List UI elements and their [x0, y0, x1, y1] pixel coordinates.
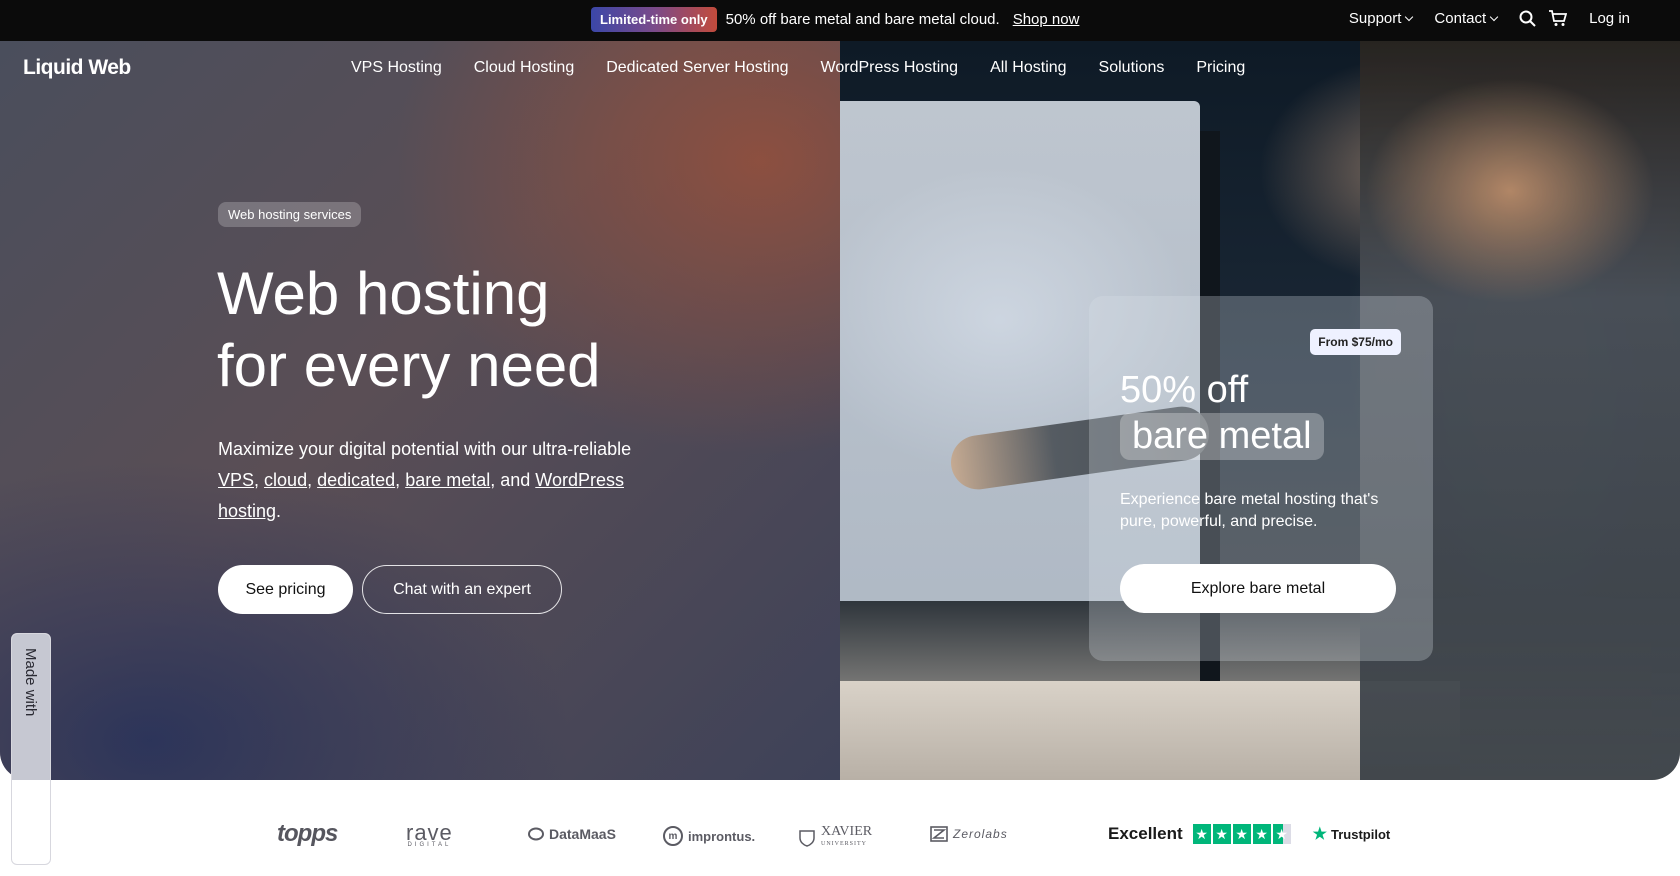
- trustpilot-brand-text: Trustpilot: [1331, 826, 1391, 842]
- dedicated-link[interactable]: dedicated: [317, 470, 395, 490]
- card-description: Experience bare metal hosting that's pur…: [1120, 491, 1379, 530]
- cloud-link[interactable]: cloud: [264, 470, 307, 490]
- cart-icon[interactable]: [1548, 10, 1568, 27]
- topps-logo: topps: [277, 820, 338, 847]
- bare-metal-link[interactable]: bare metal: [405, 470, 490, 490]
- datamaas-mark-icon: [528, 827, 544, 841]
- trustpilot-rating-text: Excellent: [1108, 824, 1183, 843]
- nav-links: VPS Hosting Cloud Hosting Dedicated Serv…: [351, 59, 1245, 77]
- login-link[interactable]: Log in: [1589, 10, 1630, 27]
- star-icon: ★: [1252, 824, 1271, 844]
- datamaas-logo: DataMaaS: [528, 826, 616, 842]
- star-icon: ★: [1192, 824, 1211, 844]
- chevron-down-icon: [1489, 12, 1499, 22]
- rave-logo-subtext: DIGITAL: [407, 842, 452, 848]
- nav-solutions[interactable]: Solutions: [1099, 59, 1165, 77]
- xavier-logo: XAVIER UNIVERSITY: [798, 824, 873, 850]
- bare-metal-promo-card: From $75/mo 50% off bare metal Experienc…: [1089, 296, 1433, 661]
- hero-left-background: [0, 41, 840, 780]
- contact-label: Contact: [1434, 10, 1487, 27]
- main-nav: Liquid Web VPS Hosting Cloud Hosting Ded…: [0, 41, 1680, 96]
- contact-menu[interactable]: Contact: [1434, 10, 1499, 27]
- xavier-logo-subtext: UNIVERSITY: [821, 841, 867, 847]
- vps-link[interactable]: VPS: [218, 470, 254, 490]
- nav-dedicated-server-hosting[interactable]: Dedicated Server Hosting: [606, 59, 788, 77]
- improntus-mark-icon: m: [663, 826, 683, 846]
- card-title-line-2: bare metal: [1120, 413, 1324, 460]
- nav-wordpress-hosting[interactable]: WordPress Hosting: [821, 59, 959, 77]
- star-icon: ★: [1232, 824, 1251, 844]
- shop-now-link[interactable]: Shop now: [1013, 11, 1080, 28]
- hero-headline: Web hosting for every need: [217, 258, 601, 402]
- rave-logo: rave DIGITAL: [406, 820, 453, 848]
- headline-line-1: Web hosting: [217, 260, 550, 327]
- support-label: Support: [1348, 10, 1402, 27]
- support-menu[interactable]: Support: [1348, 10, 1414, 27]
- subtext-prefix: Maximize your digital potential with our…: [218, 439, 632, 459]
- xavier-shield-icon: [799, 830, 815, 847]
- trustpilot-stars: ★ ★ ★ ★ ★: [1192, 824, 1291, 844]
- subtext-end: .: [276, 501, 282, 521]
- zerolabs-mark-icon: [930, 826, 948, 842]
- see-pricing-button[interactable]: See pricing: [218, 565, 353, 614]
- nav-all-hosting[interactable]: All Hosting: [990, 59, 1066, 77]
- hero-section: Liquid Web VPS Hosting Cloud Hosting Ded…: [0, 41, 1680, 780]
- made-with-label: Made with: [22, 648, 39, 717]
- promo-text: 50% off bare metal and bare metal cloud.: [725, 11, 1000, 28]
- xavier-logo-text: XAVIER: [821, 824, 873, 839]
- chevron-down-icon: [1405, 12, 1414, 22]
- improntus-logo: m improntus.: [663, 826, 755, 846]
- liquid-web-logo[interactable]: Liquid Web: [23, 56, 131, 80]
- promo-message: Limited-time only 50% off bare metal and…: [591, 7, 1079, 32]
- search-icon[interactable]: [1519, 10, 1536, 27]
- utility-nav: Support Contact Log in: [1349, 10, 1630, 27]
- trustpilot-rating[interactable]: Excellent ★ ★ ★ ★ ★ ★ Trustpilot: [1108, 824, 1390, 844]
- price-badge: From $75/mo: [1310, 329, 1401, 355]
- star-icon: ★: [1212, 824, 1231, 844]
- zerolabs-logo: Zerolabs: [930, 826, 1008, 842]
- customer-logos: topps rave DIGITAL DataMaaS m improntus.…: [0, 820, 1680, 860]
- subtext-and: , and: [490, 470, 536, 490]
- promo-badge: Limited-time only: [591, 7, 717, 32]
- nav-pricing[interactable]: Pricing: [1196, 59, 1245, 77]
- hero-chip: Web hosting services: [218, 202, 362, 227]
- improntus-logo-text: improntus.: [688, 828, 756, 844]
- chat-with-expert-button[interactable]: Chat with an expert: [362, 565, 562, 614]
- trustpilot-star-icon: ★: [1312, 826, 1327, 843]
- nav-vps-hosting[interactable]: VPS Hosting: [351, 59, 442, 77]
- trustpilot-brand: ★ Trustpilot: [1313, 824, 1391, 844]
- made-with-tab-header: Made with: [12, 634, 50, 780]
- zerolabs-logo-text: Zerolabs: [953, 827, 1008, 841]
- nav-cloud-hosting[interactable]: Cloud Hosting: [474, 59, 575, 77]
- explore-bare-metal-button[interactable]: Explore bare metal: [1120, 564, 1396, 613]
- promo-bar: Limited-time only 50% off bare metal and…: [0, 0, 1680, 41]
- card-title-line-1: 50% off: [1120, 369, 1249, 411]
- datamaas-logo-text: DataMaaS: [549, 826, 616, 842]
- hero-subtext: Maximize your digital potential with our…: [218, 439, 632, 521]
- headline-line-2: for every need: [217, 332, 601, 399]
- star-icon: ★: [1272, 824, 1291, 844]
